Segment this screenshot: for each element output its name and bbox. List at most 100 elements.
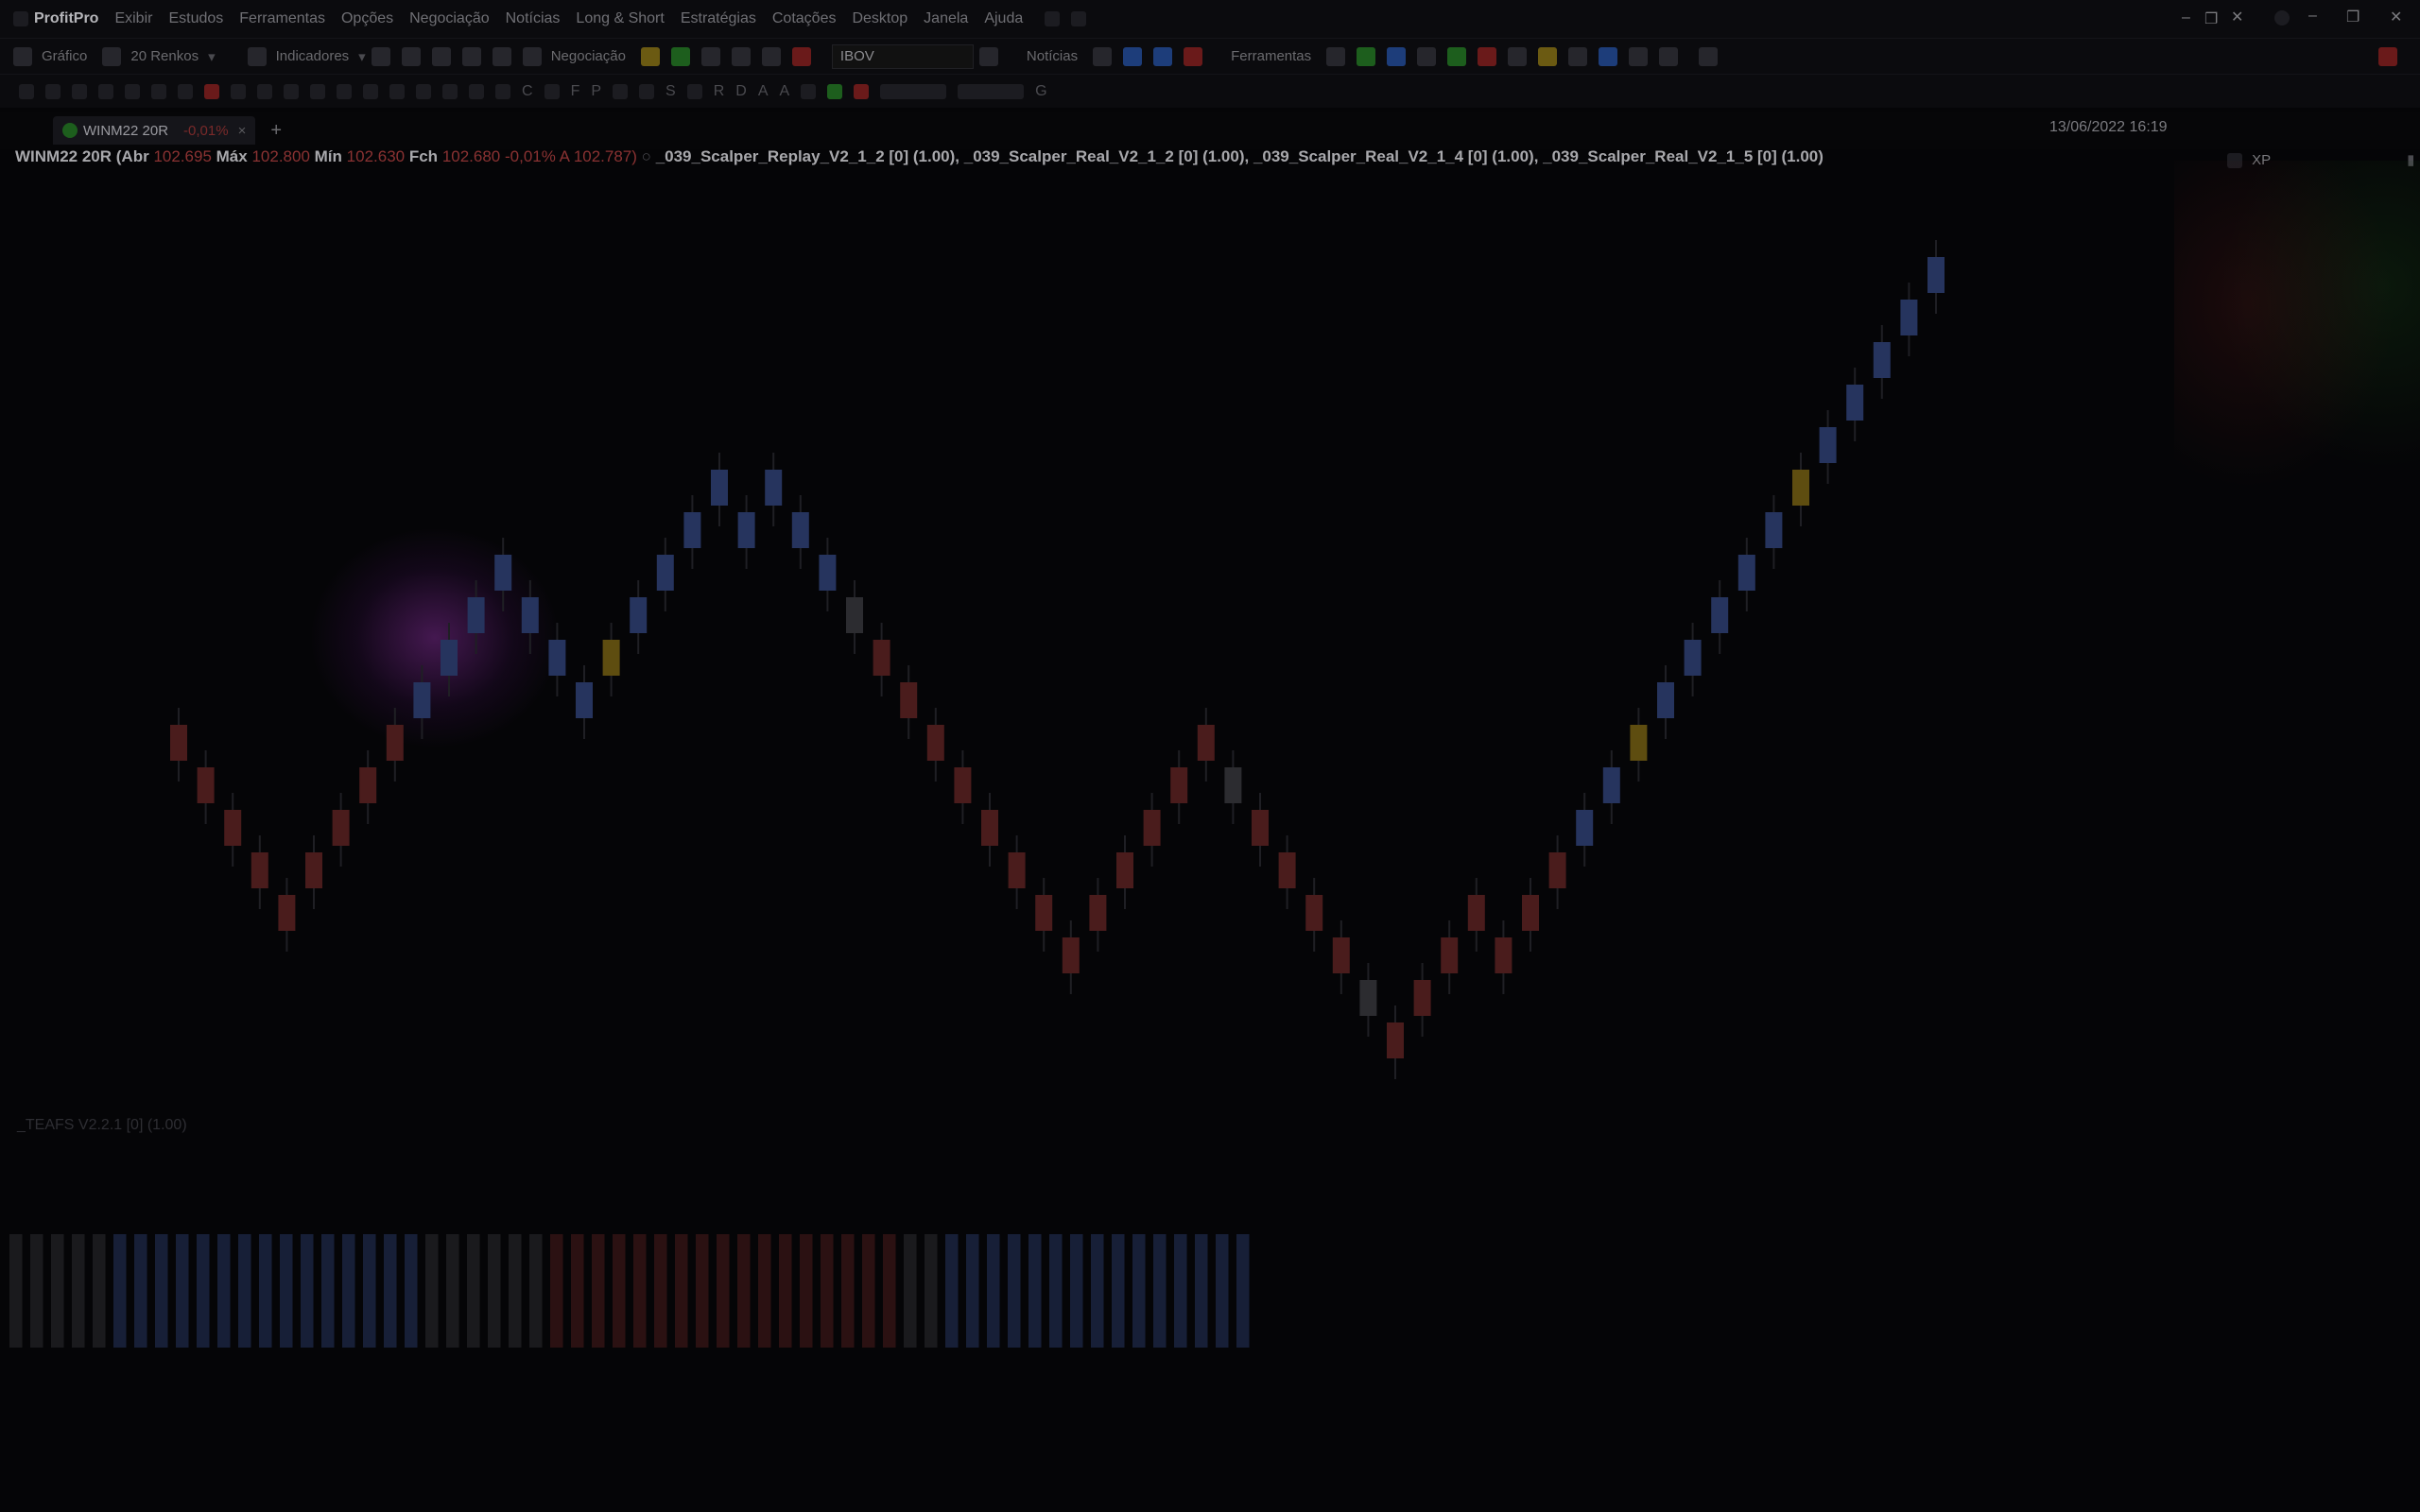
renko-brick[interactable] (1495, 937, 1512, 973)
renko-brick[interactable] (1359, 980, 1377, 1016)
renko-brick[interactable] (1467, 895, 1485, 931)
histogram-bar (321, 1234, 335, 1348)
renko-brick[interactable] (846, 597, 863, 633)
histogram-bar (571, 1234, 584, 1348)
renko-brick[interactable] (1792, 470, 1809, 506)
renko-brick[interactable] (1252, 810, 1269, 846)
renko-brick[interactable] (1441, 937, 1459, 973)
subchart-label: _TEAFS V2.2.1 [0] (1.00) (17, 1117, 187, 1133)
renko-brick[interactable] (1927, 257, 1945, 293)
renko-brick[interactable] (1332, 937, 1350, 973)
renko-brick[interactable] (1657, 682, 1674, 718)
renko-brick[interactable] (1143, 810, 1161, 846)
renko-brick[interactable] (1305, 895, 1323, 931)
renko-brick[interactable] (1737, 555, 1755, 591)
renko-brick[interactable] (1900, 300, 1918, 335)
renko-brick[interactable] (1035, 895, 1053, 931)
histogram-bar (883, 1234, 896, 1348)
renko-brick[interactable] (521, 597, 539, 633)
histogram-bar (176, 1234, 189, 1348)
renko-brick[interactable] (1684, 640, 1702, 676)
histogram-bar (1112, 1234, 1125, 1348)
renko-brick[interactable] (1170, 767, 1188, 803)
histogram-bar (238, 1234, 251, 1348)
renko-brick[interactable] (1522, 895, 1539, 931)
renko-brick[interactable] (441, 640, 458, 676)
renko-brick[interactable] (251, 852, 268, 888)
renko-brick[interactable] (1387, 1022, 1404, 1058)
renko-brick[interactable] (1224, 767, 1242, 803)
renko-brick[interactable] (711, 470, 728, 506)
renko-brick[interactable] (791, 512, 809, 548)
renko-brick[interactable] (494, 555, 512, 591)
histogram-bar (737, 1234, 751, 1348)
renko-brick[interactable] (1278, 852, 1296, 888)
histogram-bar (301, 1234, 314, 1348)
histogram-bar (1195, 1234, 1208, 1348)
renko-brick[interactable] (1602, 767, 1620, 803)
histogram-bar (1049, 1234, 1063, 1348)
renko-brick[interactable] (981, 810, 998, 846)
renko-brick[interactable] (873, 640, 890, 676)
histogram-bar (1153, 1234, 1167, 1348)
renko-brick[interactable] (359, 767, 377, 803)
renko-brick[interactable] (819, 555, 837, 591)
renko-brick[interactable] (1630, 725, 1648, 761)
renko-brick[interactable] (900, 682, 918, 718)
renko-brick[interactable] (1008, 852, 1026, 888)
histogram-bar (800, 1234, 813, 1348)
renko-brick[interactable] (305, 852, 322, 888)
histogram-bar (9, 1234, 23, 1348)
histogram-bar (529, 1234, 543, 1348)
renko-brick[interactable] (683, 512, 701, 548)
histogram-bar (1216, 1234, 1229, 1348)
renko-brick[interactable] (1413, 980, 1431, 1016)
renko-chart[interactable] (0, 0, 2420, 1512)
renko-brick[interactable] (1089, 895, 1107, 931)
renko-brick[interactable] (926, 725, 944, 761)
renko-brick[interactable] (765, 470, 783, 506)
renko-brick[interactable] (1548, 852, 1566, 888)
renko-brick[interactable] (278, 895, 296, 931)
renko-brick[interactable] (1197, 725, 1215, 761)
renko-brick[interactable] (1819, 427, 1837, 463)
histogram-bar (1132, 1234, 1146, 1348)
renko-brick[interactable] (224, 810, 242, 846)
renko-brick[interactable] (737, 512, 755, 548)
renko-brick[interactable] (197, 767, 215, 803)
histogram-bar (197, 1234, 210, 1348)
renko-brick[interactable] (1711, 597, 1729, 633)
renko-brick[interactable] (1062, 937, 1080, 973)
renko-brick[interactable] (1765, 512, 1783, 548)
histogram-bar (446, 1234, 459, 1348)
renko-brick[interactable] (548, 640, 566, 676)
renko-brick[interactable] (602, 640, 620, 676)
renko-brick[interactable] (1873, 342, 1891, 378)
histogram-bar (1174, 1234, 1187, 1348)
renko-brick[interactable] (1846, 385, 1864, 421)
histogram-bar (1091, 1234, 1104, 1348)
histogram-bar (1070, 1234, 1083, 1348)
renko-brick[interactable] (413, 682, 431, 718)
renko-brick[interactable] (332, 810, 350, 846)
histogram-bar (592, 1234, 605, 1348)
renko-brick[interactable] (1576, 810, 1594, 846)
histogram-bar (1028, 1234, 1042, 1348)
histogram-bar (1236, 1234, 1250, 1348)
renko-brick[interactable] (630, 597, 648, 633)
histogram-bar (904, 1234, 917, 1348)
histogram-bar (925, 1234, 938, 1348)
histogram-bar (259, 1234, 272, 1348)
histogram-bar (821, 1234, 834, 1348)
histogram-bar (113, 1234, 127, 1348)
renko-brick[interactable] (656, 555, 674, 591)
renko-brick[interactable] (1116, 852, 1133, 888)
renko-brick[interactable] (467, 597, 485, 633)
histogram-bar (217, 1234, 231, 1348)
renko-brick[interactable] (386, 725, 404, 761)
renko-brick[interactable] (170, 725, 187, 761)
histogram-bar (93, 1234, 106, 1348)
histogram-bar (862, 1234, 875, 1348)
renko-brick[interactable] (954, 767, 972, 803)
renko-brick[interactable] (576, 682, 593, 718)
